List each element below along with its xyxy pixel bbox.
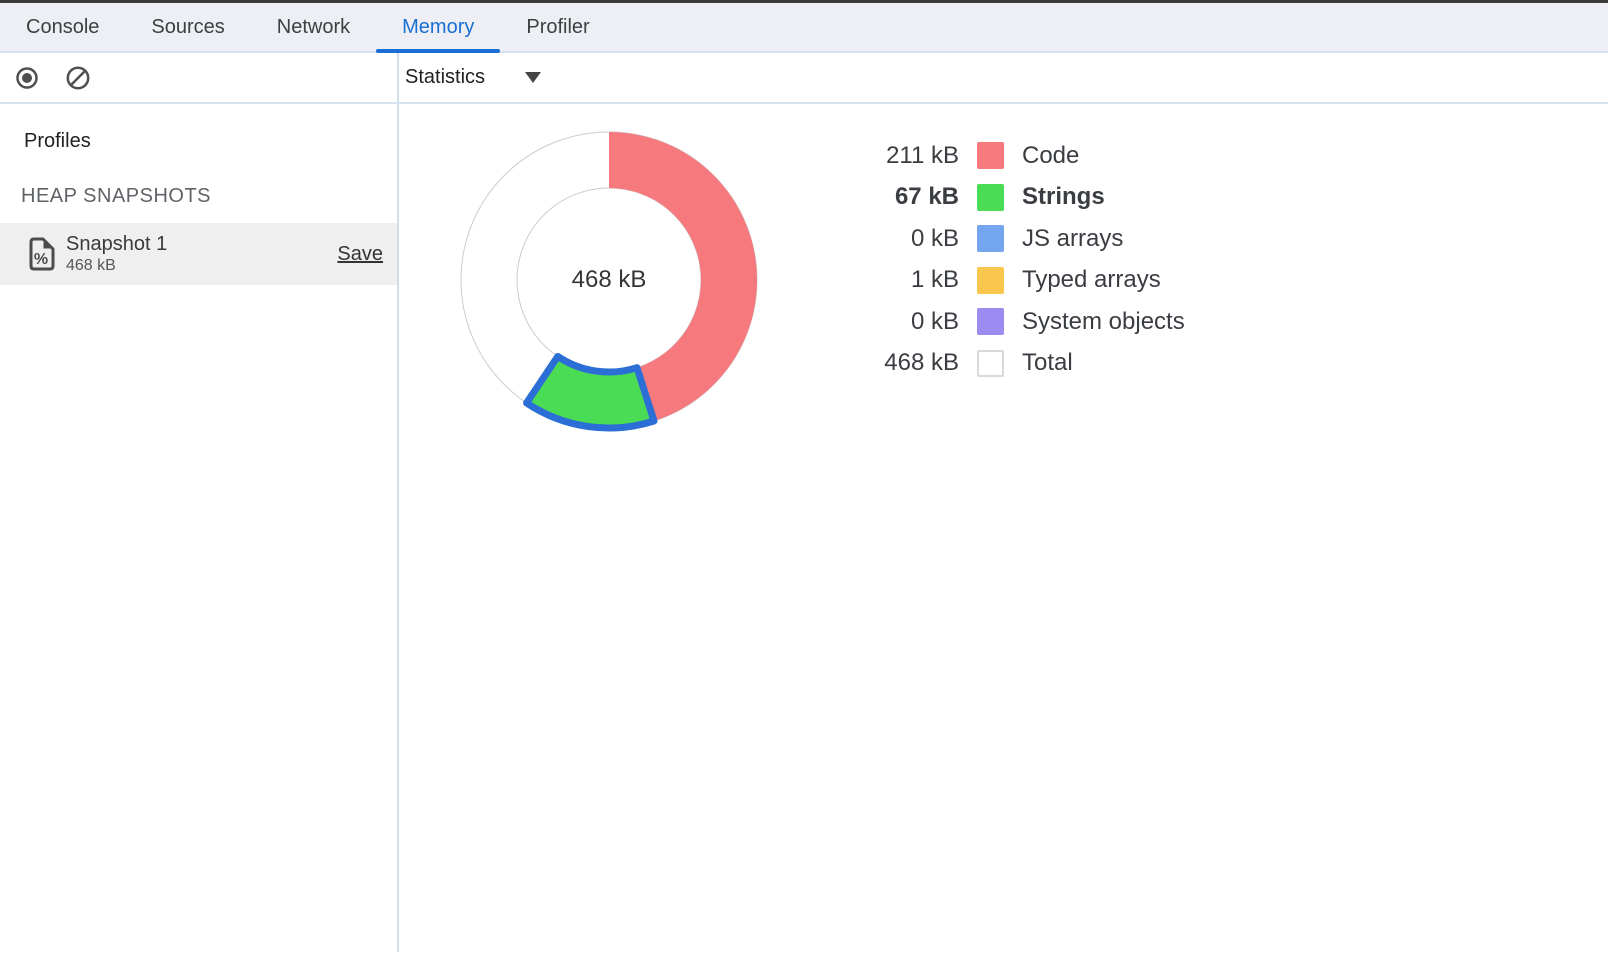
legend-value: 0 kB bbox=[809, 308, 959, 336]
legend-label: Code bbox=[1022, 142, 1079, 170]
legend-value: 1 kB bbox=[809, 266, 959, 294]
tab-profiler[interactable]: Profiler bbox=[500, 3, 615, 51]
profiles-heading: Profiles bbox=[0, 104, 397, 154]
snapshot-list-item[interactable]: % Snapshot 1 468 kB Save bbox=[0, 223, 397, 285]
profiles-sidebar: Profiles HEAP SNAPSHOTS % Snapshot 1 468… bbox=[0, 104, 399, 952]
tab-sources[interactable]: Sources bbox=[125, 3, 250, 51]
clear-icon bbox=[65, 65, 91, 91]
legend-label: Strings bbox=[1022, 183, 1105, 211]
tab-console[interactable]: Console bbox=[0, 3, 125, 51]
tab-label: Memory bbox=[402, 16, 474, 39]
donut-chart-svg bbox=[449, 120, 769, 440]
heap-snapshots-section-heading: HEAP SNAPSHOTS bbox=[0, 154, 397, 223]
tab-label: Network bbox=[277, 16, 350, 39]
donut-segment-strings[interactable] bbox=[527, 356, 654, 428]
heap-snapshot-file-icon: % bbox=[29, 237, 55, 271]
snapshot-size: 468 kB bbox=[66, 256, 337, 276]
legend-label: JS arrays bbox=[1022, 225, 1123, 253]
legend-swatch-typed-arrays-icon bbox=[977, 267, 1004, 294]
statistics-main-view: 468 kB 211 kB Code 67 kB Strings 0 kB JS arra… bbox=[399, 104, 1608, 952]
legend-row-total[interactable]: 468 kB Total bbox=[809, 343, 1185, 385]
legend-swatch-strings-icon bbox=[977, 184, 1004, 211]
legend-value: 468 kB bbox=[809, 349, 959, 377]
tab-label: Profiler bbox=[526, 16, 589, 39]
panel-content: Profiles HEAP SNAPSHOTS % Snapshot 1 468… bbox=[0, 104, 1608, 952]
tab-network[interactable]: Network bbox=[251, 3, 376, 51]
legend-value: 211 kB bbox=[809, 142, 959, 170]
legend-row-typed-arrays[interactable]: 1 kB Typed arrays bbox=[809, 260, 1185, 302]
heap-statistics-donut-chart: 468 kB bbox=[449, 120, 769, 440]
active-tab-underline bbox=[376, 49, 500, 53]
chart-legend: 211 kB Code 67 kB Strings 0 kB JS arrays 1 kB T… bbox=[809, 135, 1185, 384]
legend-swatch-js-arrays-icon bbox=[977, 225, 1004, 252]
legend-row-strings[interactable]: 67 kB Strings bbox=[809, 177, 1185, 219]
record-heap-snapshot-button[interactable] bbox=[15, 66, 39, 90]
legend-swatch-total-icon bbox=[977, 350, 1004, 377]
devtools-window: Console Sources Network Memory Profiler Stat… bbox=[0, 0, 1608, 952]
legend-row-js-arrays[interactable]: 0 kB JS arrays bbox=[809, 218, 1185, 260]
tab-label: Console bbox=[26, 16, 99, 39]
snapshot-text-block: Snapshot 1 468 kB bbox=[66, 232, 337, 276]
legend-label: Typed arrays bbox=[1022, 266, 1161, 294]
legend-row-code[interactable]: 211 kB Code bbox=[809, 135, 1185, 177]
save-snapshot-link[interactable]: Save bbox=[337, 243, 383, 266]
toolbar-left-section bbox=[0, 53, 399, 102]
legend-swatch-code-icon bbox=[977, 142, 1004, 169]
chevron-down-icon bbox=[525, 72, 541, 83]
tab-memory[interactable]: Memory bbox=[376, 3, 500, 51]
legend-row-system-objects[interactable]: 0 kB System objects bbox=[809, 301, 1185, 343]
toolbar-right-section: Statistics bbox=[399, 53, 1608, 102]
snapshot-icon-glyph: % bbox=[34, 251, 48, 268]
legend-label: System objects bbox=[1022, 308, 1185, 336]
snapshot-title: Snapshot 1 bbox=[66, 232, 337, 256]
legend-value: 0 kB bbox=[809, 225, 959, 253]
donut-outline-circle bbox=[517, 188, 701, 372]
legend-swatch-system-objects-icon bbox=[977, 308, 1004, 335]
perspective-select[interactable]: Statistics bbox=[405, 62, 541, 93]
clear-all-profiles-button[interactable] bbox=[65, 65, 91, 91]
legend-value: 67 kB bbox=[809, 183, 959, 211]
memory-toolbar: Statistics bbox=[0, 53, 1608, 104]
record-icon bbox=[15, 66, 39, 90]
panel-tab-bar: Console Sources Network Memory Profiler bbox=[0, 3, 1608, 53]
legend-label: Total bbox=[1022, 349, 1073, 377]
perspective-select-value: Statistics bbox=[405, 66, 485, 89]
tab-label: Sources bbox=[151, 16, 224, 39]
